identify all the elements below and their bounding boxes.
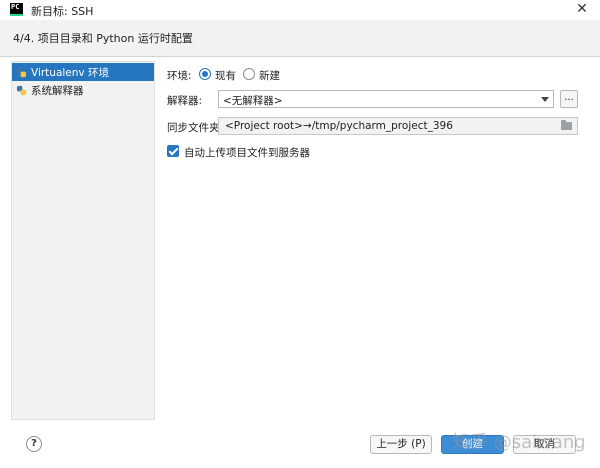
- previous-button[interactable]: 上一步 (P): [370, 435, 432, 454]
- interpreter-value: <无解释器>: [223, 95, 283, 107]
- interpreter-type-list: Virtualenv 环境 系统解释器: [11, 61, 155, 420]
- chevron-down-icon: [541, 97, 549, 102]
- sidebar-item-label: 系统解释器: [31, 84, 84, 97]
- auto-upload-label: 自动上传项目文件到服务器: [184, 147, 310, 159]
- create-button[interactable]: 创建: [441, 435, 504, 454]
- sidebar-item-label: Virtualenv 环境: [31, 66, 109, 79]
- interpreter-label: 解释器:: [167, 95, 203, 107]
- python-icon: [16, 85, 27, 95]
- python-icon: [16, 67, 27, 77]
- sync-folders-label: 同步文件夹:: [167, 122, 224, 134]
- cancel-button[interactable]: 取消: [513, 435, 576, 454]
- close-icon[interactable]: ✕: [574, 1, 590, 17]
- pycharm-logo-icon: PC: [10, 3, 23, 16]
- step-title: 4/4. 项目目录和 Python 运行时配置: [13, 32, 193, 45]
- sync-folders-value: <Project root>→/tmp/pycharm_project_396: [225, 120, 453, 132]
- interpreter-select[interactable]: <无解释器>: [218, 90, 554, 108]
- env-new-label: 新建: [259, 70, 280, 82]
- interpreter-browse-button[interactable]: ...: [560, 90, 578, 108]
- sidebar-item-system-interpreter[interactable]: 系统解释器: [12, 81, 154, 99]
- help-button[interactable]: ?: [26, 436, 42, 452]
- window-title: 新目标: SSH: [31, 5, 94, 18]
- env-existing-label: 现有: [215, 70, 236, 82]
- folder-icon[interactable]: [561, 120, 572, 130]
- auto-upload-checkbox[interactable]: [167, 145, 179, 157]
- sync-folders-field[interactable]: <Project root>→/tmp/pycharm_project_396: [218, 117, 578, 135]
- env-new-radio[interactable]: [243, 68, 255, 80]
- env-existing-radio[interactable]: [199, 68, 211, 80]
- step-header: 4/4. 项目目录和 Python 运行时配置: [0, 20, 600, 57]
- title-bar: PC 新目标: SSH ✕: [0, 0, 600, 20]
- environment-label: 环境:: [167, 70, 192, 82]
- sidebar-item-virtualenv[interactable]: Virtualenv 环境: [12, 63, 154, 81]
